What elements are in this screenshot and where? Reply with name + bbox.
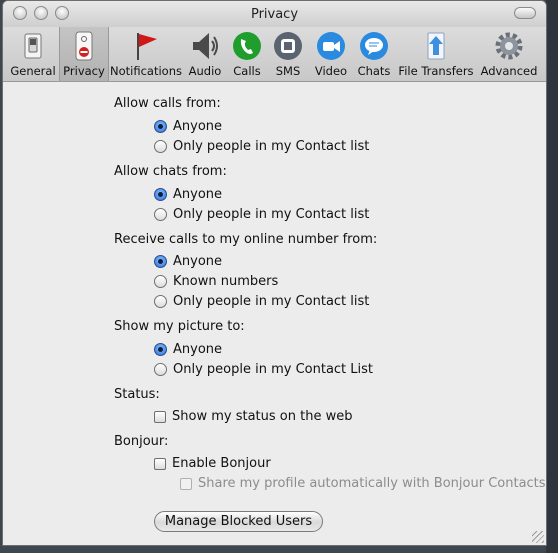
calls-anyone-radio[interactable]: Anyone: [154, 119, 222, 134]
radio-button[interactable]: [154, 275, 167, 288]
toolbar-label: Chats: [357, 64, 391, 78]
online-contacts-radio[interactable]: Only people in my Contact list: [154, 294, 369, 309]
toolbar-item-file-transfers[interactable]: File Transfers: [397, 27, 475, 81]
checkbox-label: Share my profile automatically with Bonj…: [198, 476, 546, 491]
checkbox[interactable]: [180, 477, 192, 490]
resize-grip[interactable]: [532, 531, 544, 543]
toolbar-item-advanced[interactable]: Advanced: [478, 27, 540, 81]
radio-label: Only people in my Contact List: [173, 362, 374, 377]
radio-button[interactable]: [154, 188, 167, 201]
toolbar-label: Audio: [188, 64, 222, 78]
section-label-status: Status:: [114, 387, 160, 402]
no-entry-sign-icon: [75, 31, 93, 61]
switch-icon: [24, 33, 42, 59]
radio-button[interactable]: [154, 120, 167, 133]
checkbox-label: Show my status on the web: [172, 409, 353, 424]
toolbar-toggle-button[interactable]: [514, 7, 536, 19]
toolbar-label: Advanced: [480, 64, 538, 78]
toolbar-item-general[interactable]: General: [8, 27, 58, 81]
radio-button[interactable]: [154, 295, 167, 308]
radio-label: Only people in my Contact list: [173, 139, 370, 154]
toolbar-label: Calls: [233, 64, 261, 78]
checkbox-label: Enable Bonjour: [172, 456, 271, 471]
window-title: Privacy: [250, 7, 299, 22]
radio-label: Anyone: [173, 187, 223, 202]
radio-button[interactable]: [154, 208, 167, 221]
section-label-bonjour: Bonjour:: [114, 434, 169, 449]
online-known-numbers-radio[interactable]: Known numbers: [154, 274, 278, 289]
radio-label: Anyone: [173, 342, 223, 357]
toolbar-item-audio[interactable]: Audio: [185, 27, 225, 81]
privacy-settings-panel: Allow calls from: Anyone Only people in …: [3, 82, 546, 545]
toolbar: General Privacy Notifications Audio Call…: [3, 27, 546, 82]
toolbar-item-privacy[interactable]: Privacy: [59, 27, 109, 81]
manage-blocked-users-button[interactable]: Manage Blocked Users: [154, 511, 323, 532]
toolbar-item-chats[interactable]: Chats: [354, 27, 394, 81]
section-label-online-number: Receive calls to my online number from:: [114, 232, 378, 247]
calls-contacts-radio[interactable]: Only people in my Contact list: [154, 139, 369, 154]
video-camera-icon: [317, 32, 345, 60]
radio-label: Anyone: [173, 119, 223, 134]
radio-label: Only people in my Contact list: [173, 207, 370, 222]
radio-label: Only people in my Contact list: [173, 294, 370, 309]
toolbar-label: Privacy: [63, 64, 105, 78]
checkbox[interactable]: [154, 457, 166, 470]
section-label-chats: Allow chats from:: [114, 164, 227, 179]
show-status-web-checkbox[interactable]: Show my status on the web: [154, 409, 352, 424]
toolbar-label: Video: [314, 64, 348, 78]
picture-anyone-radio[interactable]: Anyone: [154, 342, 222, 357]
upload-arrow-icon: [427, 32, 445, 60]
toolbar-item-calls[interactable]: Calls: [228, 27, 266, 81]
online-anyone-radio[interactable]: Anyone: [154, 254, 222, 269]
gear-icon: [495, 32, 523, 60]
red-flag-icon: [137, 33, 157, 60]
radio-button[interactable]: [154, 140, 167, 153]
toolbar-item-notifications[interactable]: Notifications: [109, 27, 183, 81]
toolbar-item-video[interactable]: Video: [311, 27, 351, 81]
section-label-picture: Show my picture to:: [114, 319, 245, 334]
radio-label: Anyone: [173, 254, 223, 269]
toolbar-label: SMS: [275, 64, 301, 78]
toolbar-label: Notifications: [110, 64, 182, 78]
radio-button[interactable]: [154, 255, 167, 268]
title-bar: Privacy: [3, 1, 546, 27]
section-label-calls: Allow calls from:: [114, 96, 221, 111]
speaker-icon: [193, 33, 218, 59]
radio-label: Known numbers: [173, 274, 279, 289]
share-bonjour-profile-checkbox[interactable]: Share my profile automatically with Bonj…: [180, 476, 546, 491]
chats-anyone-radio[interactable]: Anyone: [154, 187, 222, 202]
radio-button[interactable]: [154, 363, 167, 376]
phone-icon: [233, 32, 261, 60]
toolbar-label: General: [10, 64, 56, 78]
toolbar-label: File Transfers: [398, 64, 474, 78]
preferences-window: Privacy General Privacy Notifications Au…: [2, 0, 547, 546]
sms-icon: [274, 32, 302, 60]
enable-bonjour-checkbox[interactable]: Enable Bonjour: [154, 456, 271, 471]
picture-contacts-radio[interactable]: Only people in my Contact List: [154, 362, 373, 377]
toolbar-item-sms[interactable]: SMS: [269, 27, 307, 81]
chat-bubble-icon: [360, 32, 388, 60]
radio-button[interactable]: [154, 343, 167, 356]
checkbox[interactable]: [154, 410, 166, 423]
chats-contacts-radio[interactable]: Only people in my Contact list: [154, 207, 369, 222]
